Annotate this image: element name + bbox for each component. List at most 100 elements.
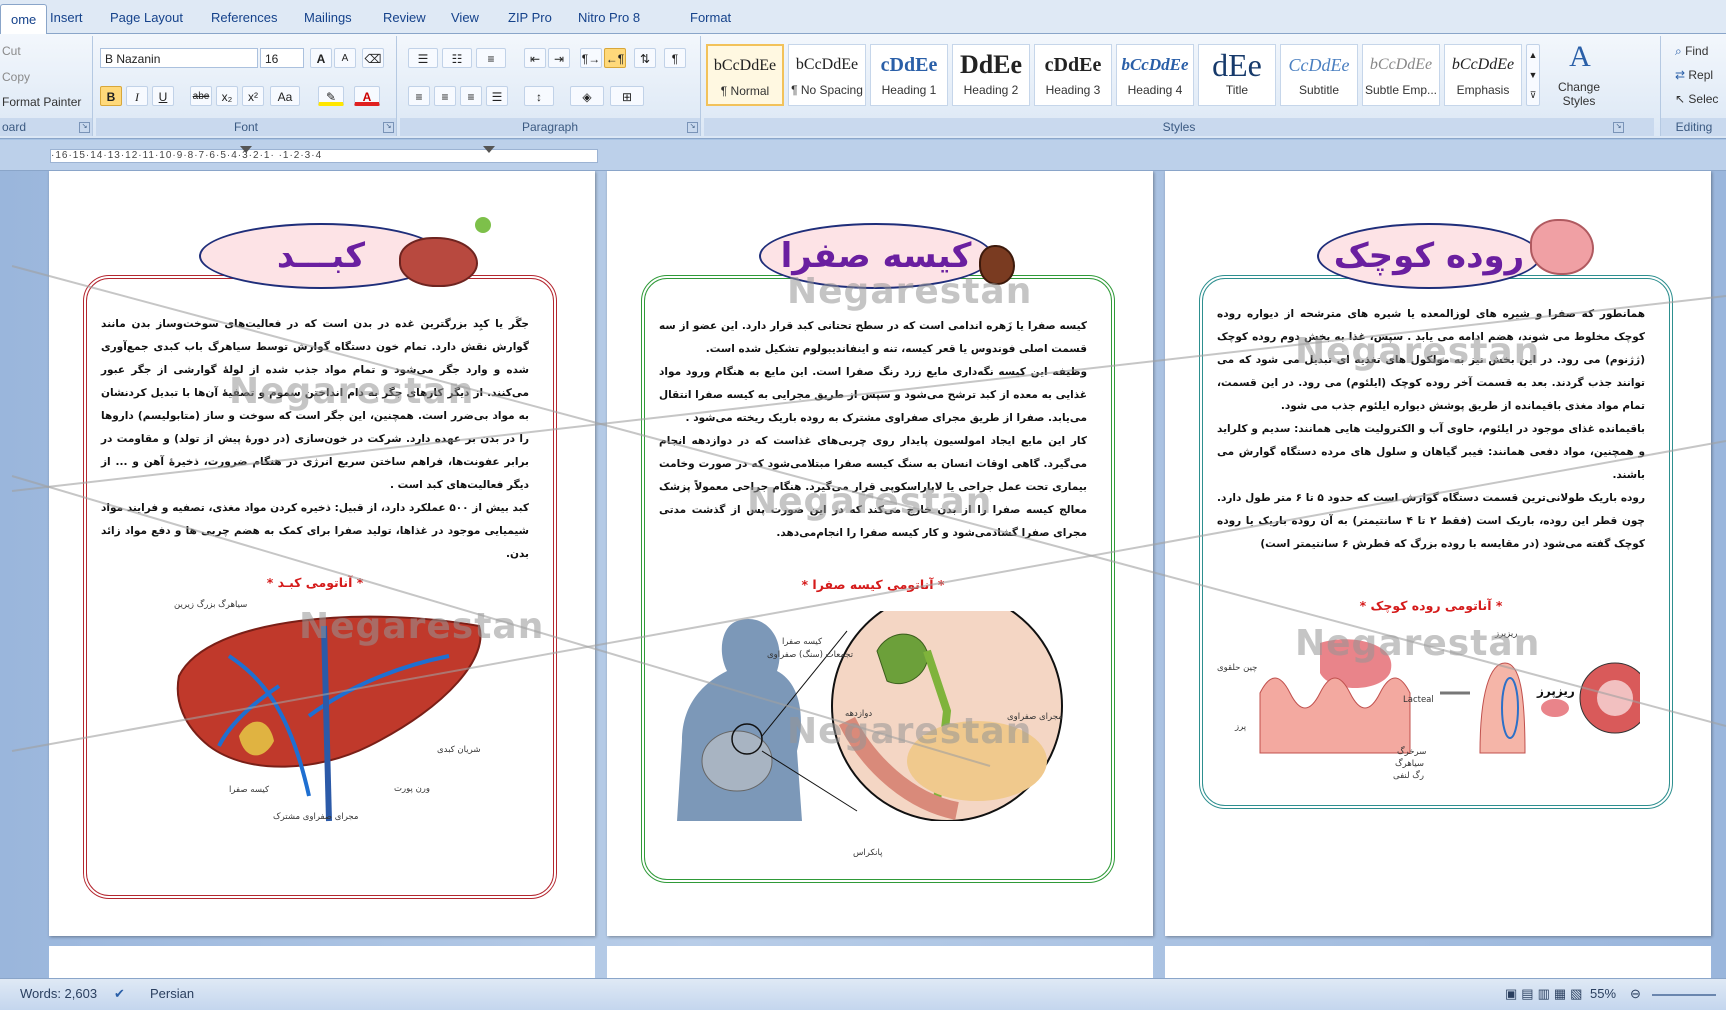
bullets-icon[interactable]: ☰ (408, 48, 438, 68)
tab-page-layout[interactable]: Page Layout (100, 6, 193, 30)
clipboard-launcher-icon[interactable]: ↘ (79, 122, 90, 133)
horizontal-ruler[interactable]: ·16·15·14·13·12·11·10·9·8·7·6·5·4·3·2·1·… (0, 140, 1726, 171)
font-launcher-icon[interactable]: ↘ (383, 122, 394, 133)
align-center-icon[interactable]: ≡ (434, 86, 456, 106)
intestine-label: چین حلقوی (1217, 663, 1258, 673)
shading-icon[interactable]: ◈ (570, 86, 604, 106)
multilevel-list-icon[interactable]: ≡ (476, 48, 506, 68)
select-button[interactable]: ↖ Selec (1675, 92, 1718, 106)
style-subtle-emphasis[interactable]: bCcDdEe Subtle Emp... (1362, 44, 1440, 106)
page-title: کیسه صفرا (759, 223, 993, 289)
intestine-label: سرخرگ (1397, 747, 1427, 757)
borders-icon[interactable]: ⊞ (610, 86, 644, 106)
liver-label: شریان کبدی (437, 745, 481, 755)
italic-button[interactable]: I (126, 86, 148, 106)
font-name-select[interactable]: B Nazanin (100, 48, 258, 68)
paragraph: کبد بیش از ۵۰۰ عملکرد دارد، از قبیل: ذخی… (101, 502, 530, 560)
ribbon: Cut Copy Format Painter oard ↘ B Nazanin… (0, 34, 1726, 139)
styles-group: ‏bCcDdEe ¶ Normal ‏bCcDdEe ¶ No Spacing cD… (704, 36, 1654, 136)
styles-scroll-icon[interactable]: ▲ ▼ ⊽ (1526, 44, 1540, 106)
highlight-icon[interactable]: ✎ (318, 86, 344, 106)
replace-icon: ⇄ (1675, 68, 1689, 82)
style-emphasis[interactable]: bCcDdEe Emphasis (1444, 44, 1522, 106)
numbering-icon[interactable]: ☷ (442, 48, 472, 68)
shrink-font-button[interactable]: A (334, 48, 356, 68)
change-case-button[interactable]: Aa (270, 86, 300, 106)
style-no-spacing[interactable]: ‏bCcDdEe ¶ No Spacing (788, 44, 866, 106)
language-indicator[interactable]: Persian (150, 986, 194, 1001)
apple-icon (475, 217, 491, 233)
intestine-label: رگ لنفی (1393, 771, 1424, 781)
document-area[interactable]: کبـــد جگَر یا کبِد بزرگترین غده در بدن … (0, 171, 1726, 978)
find-icon: ⌕ (1675, 44, 1686, 58)
style-normal[interactable]: ‏bCcDdEe ¶ Normal (706, 44, 784, 106)
cut-button[interactable]: Cut (2, 44, 21, 58)
ruler-indent-marker-icon[interactable] (240, 146, 252, 153)
font-size-select[interactable]: 16 (260, 48, 304, 68)
paragraph: روده باریک طولانی‌ترین قسمت دستگاه گوارش… (1217, 492, 1646, 550)
gallbladder-label: کیسه صفرا (782, 637, 823, 647)
superscript-button[interactable]: x² (242, 86, 264, 106)
font-group: B Nazanin 16 A A ⌫ B I U abe x₂ x² Aa ✎ … (96, 36, 397, 136)
liver-label: مجرای صفراوی مشترک (273, 812, 359, 822)
ruler-indent-marker-icon[interactable] (483, 146, 495, 153)
paragraph: وظیفه این کیسه نگه‌داری مایع زرد رنگ صفر… (659, 366, 1087, 424)
style-heading-2[interactable]: DdEe Heading 2 (952, 44, 1030, 106)
increase-indent-icon[interactable]: ⇥ (548, 48, 570, 68)
change-styles-icon[interactable]: A (1550, 40, 1610, 74)
word-count[interactable]: Words: 2,603 (20, 986, 97, 1001)
sort-icon[interactable]: ⇅ (634, 48, 656, 68)
strikethrough-button[interactable]: abe (190, 86, 212, 106)
align-right-icon[interactable]: ≡ (460, 86, 482, 106)
change-styles-button[interactable]: Change Styles (1546, 80, 1612, 108)
tab-mailings[interactable]: Mailings (294, 6, 362, 30)
proofing-icon[interactable]: ✔ (114, 986, 125, 1002)
rtl-icon[interactable]: ←¶ (604, 48, 626, 68)
style-subtitle[interactable]: CcDdEe Subtitle (1280, 44, 1358, 106)
tab-zip-pro[interactable]: ZIP Pro (498, 6, 562, 30)
tab-review[interactable]: Review (373, 6, 436, 30)
page-title: روده کوچک (1317, 223, 1541, 289)
paragraph-launcher-icon[interactable]: ↘ (687, 122, 698, 133)
gallbladder-mascot-icon (979, 245, 1015, 285)
subscript-button[interactable]: x₂ (216, 86, 238, 106)
underline-button[interactable]: U (152, 86, 174, 106)
styles-launcher-icon[interactable]: ↘ (1613, 122, 1624, 133)
format-painter-button[interactable]: Format Painter (2, 95, 81, 109)
ltr-icon[interactable]: ¶→ (580, 48, 602, 68)
bold-button[interactable]: B (100, 86, 122, 106)
tab-references[interactable]: References (201, 6, 287, 30)
align-left-icon[interactable]: ≡ (408, 86, 430, 106)
zoom-level[interactable]: 55% (1590, 986, 1616, 1001)
next-page-preview (1165, 946, 1711, 978)
line-spacing-icon[interactable]: ↕ (524, 86, 554, 106)
styles-group-label: Styles (704, 118, 1654, 136)
decrease-indent-icon[interactable]: ⇤ (524, 48, 546, 68)
liver-mascot-icon (399, 237, 478, 287)
style-title[interactable]: dEe Title (1198, 44, 1276, 106)
style-heading-3[interactable]: cDdEe Heading 3 (1034, 44, 1112, 106)
liver-illustration (176, 615, 482, 822)
tab-insert[interactable]: Insert (40, 6, 93, 30)
gallbladder-label: تجمعات (سنگ) صفراوی (767, 650, 854, 660)
tab-view[interactable]: View (441, 6, 489, 30)
show-marks-icon[interactable]: ¶ (664, 48, 686, 68)
style-heading-1[interactable]: cDdEe Heading 1 (870, 44, 948, 106)
font-color-icon[interactable]: A (354, 86, 380, 106)
anatomy-title: * آناتومی کبـد * (266, 575, 364, 590)
justify-icon[interactable]: ☰ (486, 86, 508, 106)
intestine-label: ریزپرز (1495, 629, 1518, 639)
replace-button[interactable]: ⇄ Repl (1675, 68, 1713, 82)
view-buttons-icon[interactable]: ▣▤▥▦▧ (1505, 986, 1586, 1002)
style-heading-4[interactable]: bCcDdEe Heading 4 (1116, 44, 1194, 106)
clear-formatting-icon[interactable]: ⌫ (362, 48, 384, 68)
tab-nitro-pro[interactable]: Nitro Pro 8 (568, 6, 650, 30)
zoom-slider[interactable] (1652, 994, 1716, 996)
zoom-out-icon[interactable]: ⊖ (1630, 986, 1641, 1002)
select-icon: ↖ (1675, 92, 1689, 106)
page-small-intestine: روده کوچک همانطور که صفرا و شیره های لوز… (1165, 171, 1711, 936)
find-button[interactable]: ⌕ Find (1675, 44, 1708, 59)
copy-button[interactable]: Copy (2, 70, 30, 84)
tab-format[interactable]: Format (680, 6, 741, 30)
grow-font-button[interactable]: A (310, 48, 332, 68)
